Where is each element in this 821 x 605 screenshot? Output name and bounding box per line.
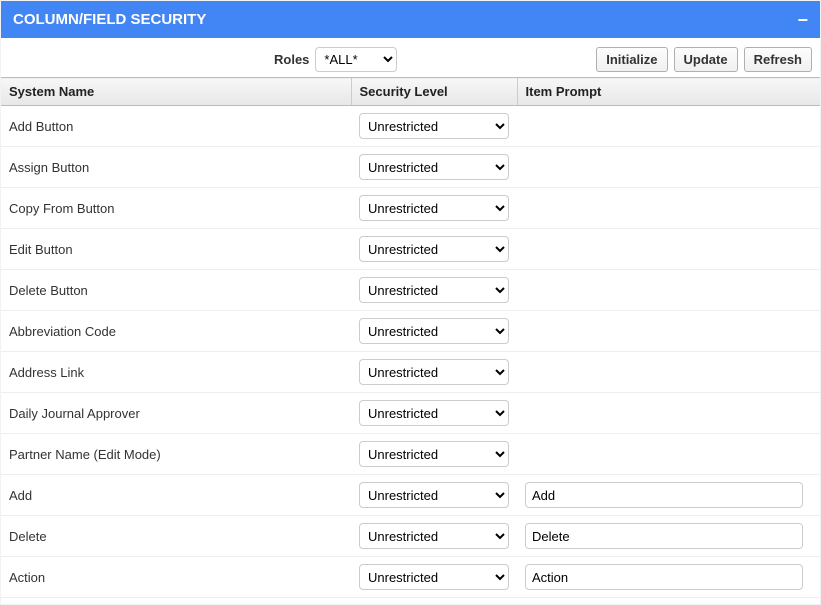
security-level-cell: Unrestricted [351,147,517,188]
security-level-select[interactable]: Unrestricted [359,441,509,467]
collapse-icon[interactable]: − [797,13,808,27]
security-level-select[interactable]: Unrestricted [359,359,509,385]
system-name-cell: Address Link [1,352,351,393]
table-row: Assign Button Unrestricted [1,147,820,188]
system-name-cell: Assign Button [1,147,351,188]
security-level-select[interactable]: Unrestricted [359,564,509,590]
security-level-cell: Unrestricted [351,393,517,434]
item-prompt-cell [517,229,820,270]
system-name-cell: Daily Journal Approver [1,393,351,434]
system-name-cell: Delete Button [1,270,351,311]
security-level-cell: Unrestricted [351,516,517,557]
panel-title: COLUMN/FIELD SECURITY [13,11,206,28]
item-prompt-cell [517,311,820,352]
initialize-button[interactable]: Initialize [596,47,667,72]
refresh-button[interactable]: Refresh [744,47,812,72]
table-row: Delete Button Unrestricted [1,270,820,311]
system-name-cell: Add [1,475,351,516]
item-prompt-cell [517,270,820,311]
item-prompt-cell [517,557,820,598]
item-prompt-input[interactable] [525,564,803,590]
table-row: Partner Name (Edit Mode) Unrestricted [1,434,820,475]
security-level-cell: Unrestricted [351,352,517,393]
security-level-select[interactable]: Unrestricted [359,318,509,344]
system-name-cell: Edit Button [1,229,351,270]
security-level-select[interactable]: Unrestricted [359,154,509,180]
col-header-system-name[interactable]: System Name [1,78,351,106]
panel-body: Roles *ALL* Initialize Update Refresh Sy… [1,38,820,604]
table-row: Daily Journal Approver Unrestricted [1,393,820,434]
item-prompt-cell [517,147,820,188]
item-prompt-cell [517,434,820,475]
table-row: Copy From Button Unrestricted [1,188,820,229]
security-level-select[interactable]: Unrestricted [359,195,509,221]
item-prompt-cell [517,516,820,557]
col-header-item-prompt[interactable]: Item Prompt [517,78,820,106]
table-row: Action Unrestricted [1,557,820,598]
item-prompt-cell [517,475,820,516]
panel-body-scroll[interactable]: Roles *ALL* Initialize Update Refresh Sy… [1,38,820,604]
security-level-select[interactable]: Unrestricted [359,113,509,139]
roles-select[interactable]: *ALL* [315,47,397,72]
table-row: Add Unrestricted [1,475,820,516]
item-prompt-cell [517,352,820,393]
item-prompt-input[interactable] [525,482,803,508]
security-level-cell: Unrestricted [351,188,517,229]
panel-column-field-security: COLUMN/FIELD SECURITY − Roles *ALL* Init… [0,0,821,605]
security-level-select[interactable]: Unrestricted [359,482,509,508]
panel-header: COLUMN/FIELD SECURITY − [1,1,820,38]
item-prompt-cell [517,106,820,147]
grid-header-row: System Name Security Level Item Prompt [1,78,820,106]
system-name-cell: Abbreviation Code [1,311,351,352]
security-level-select[interactable]: Unrestricted [359,400,509,426]
table-row: Abbreviation Code Unrestricted [1,311,820,352]
table-row: Delete Unrestricted [1,516,820,557]
item-prompt-input[interactable] [525,523,803,549]
security-grid: System Name Security Level Item Prompt A… [1,77,820,598]
col-header-security-level[interactable]: Security Level [351,78,517,106]
toolbar: Roles *ALL* Initialize Update Refresh [1,38,820,77]
security-level-cell: Unrestricted [351,311,517,352]
item-prompt-cell [517,393,820,434]
security-level-cell: Unrestricted [351,229,517,270]
security-level-cell: Unrestricted [351,557,517,598]
table-row: Add Button Unrestricted [1,106,820,147]
roles-label: Roles [274,52,309,67]
table-row: Address Link Unrestricted [1,352,820,393]
table-row: Edit Button Unrestricted [1,229,820,270]
update-button[interactable]: Update [674,47,738,72]
system-name-cell: Add Button [1,106,351,147]
item-prompt-cell [517,188,820,229]
security-level-cell: Unrestricted [351,270,517,311]
security-level-select[interactable]: Unrestricted [359,277,509,303]
security-level-select[interactable]: Unrestricted [359,236,509,262]
system-name-cell: Delete [1,516,351,557]
system-name-cell: Copy From Button [1,188,351,229]
security-level-cell: Unrestricted [351,434,517,475]
security-level-select[interactable]: Unrestricted [359,523,509,549]
security-level-cell: Unrestricted [351,106,517,147]
system-name-cell: Partner Name (Edit Mode) [1,434,351,475]
security-level-cell: Unrestricted [351,475,517,516]
system-name-cell: Action [1,557,351,598]
